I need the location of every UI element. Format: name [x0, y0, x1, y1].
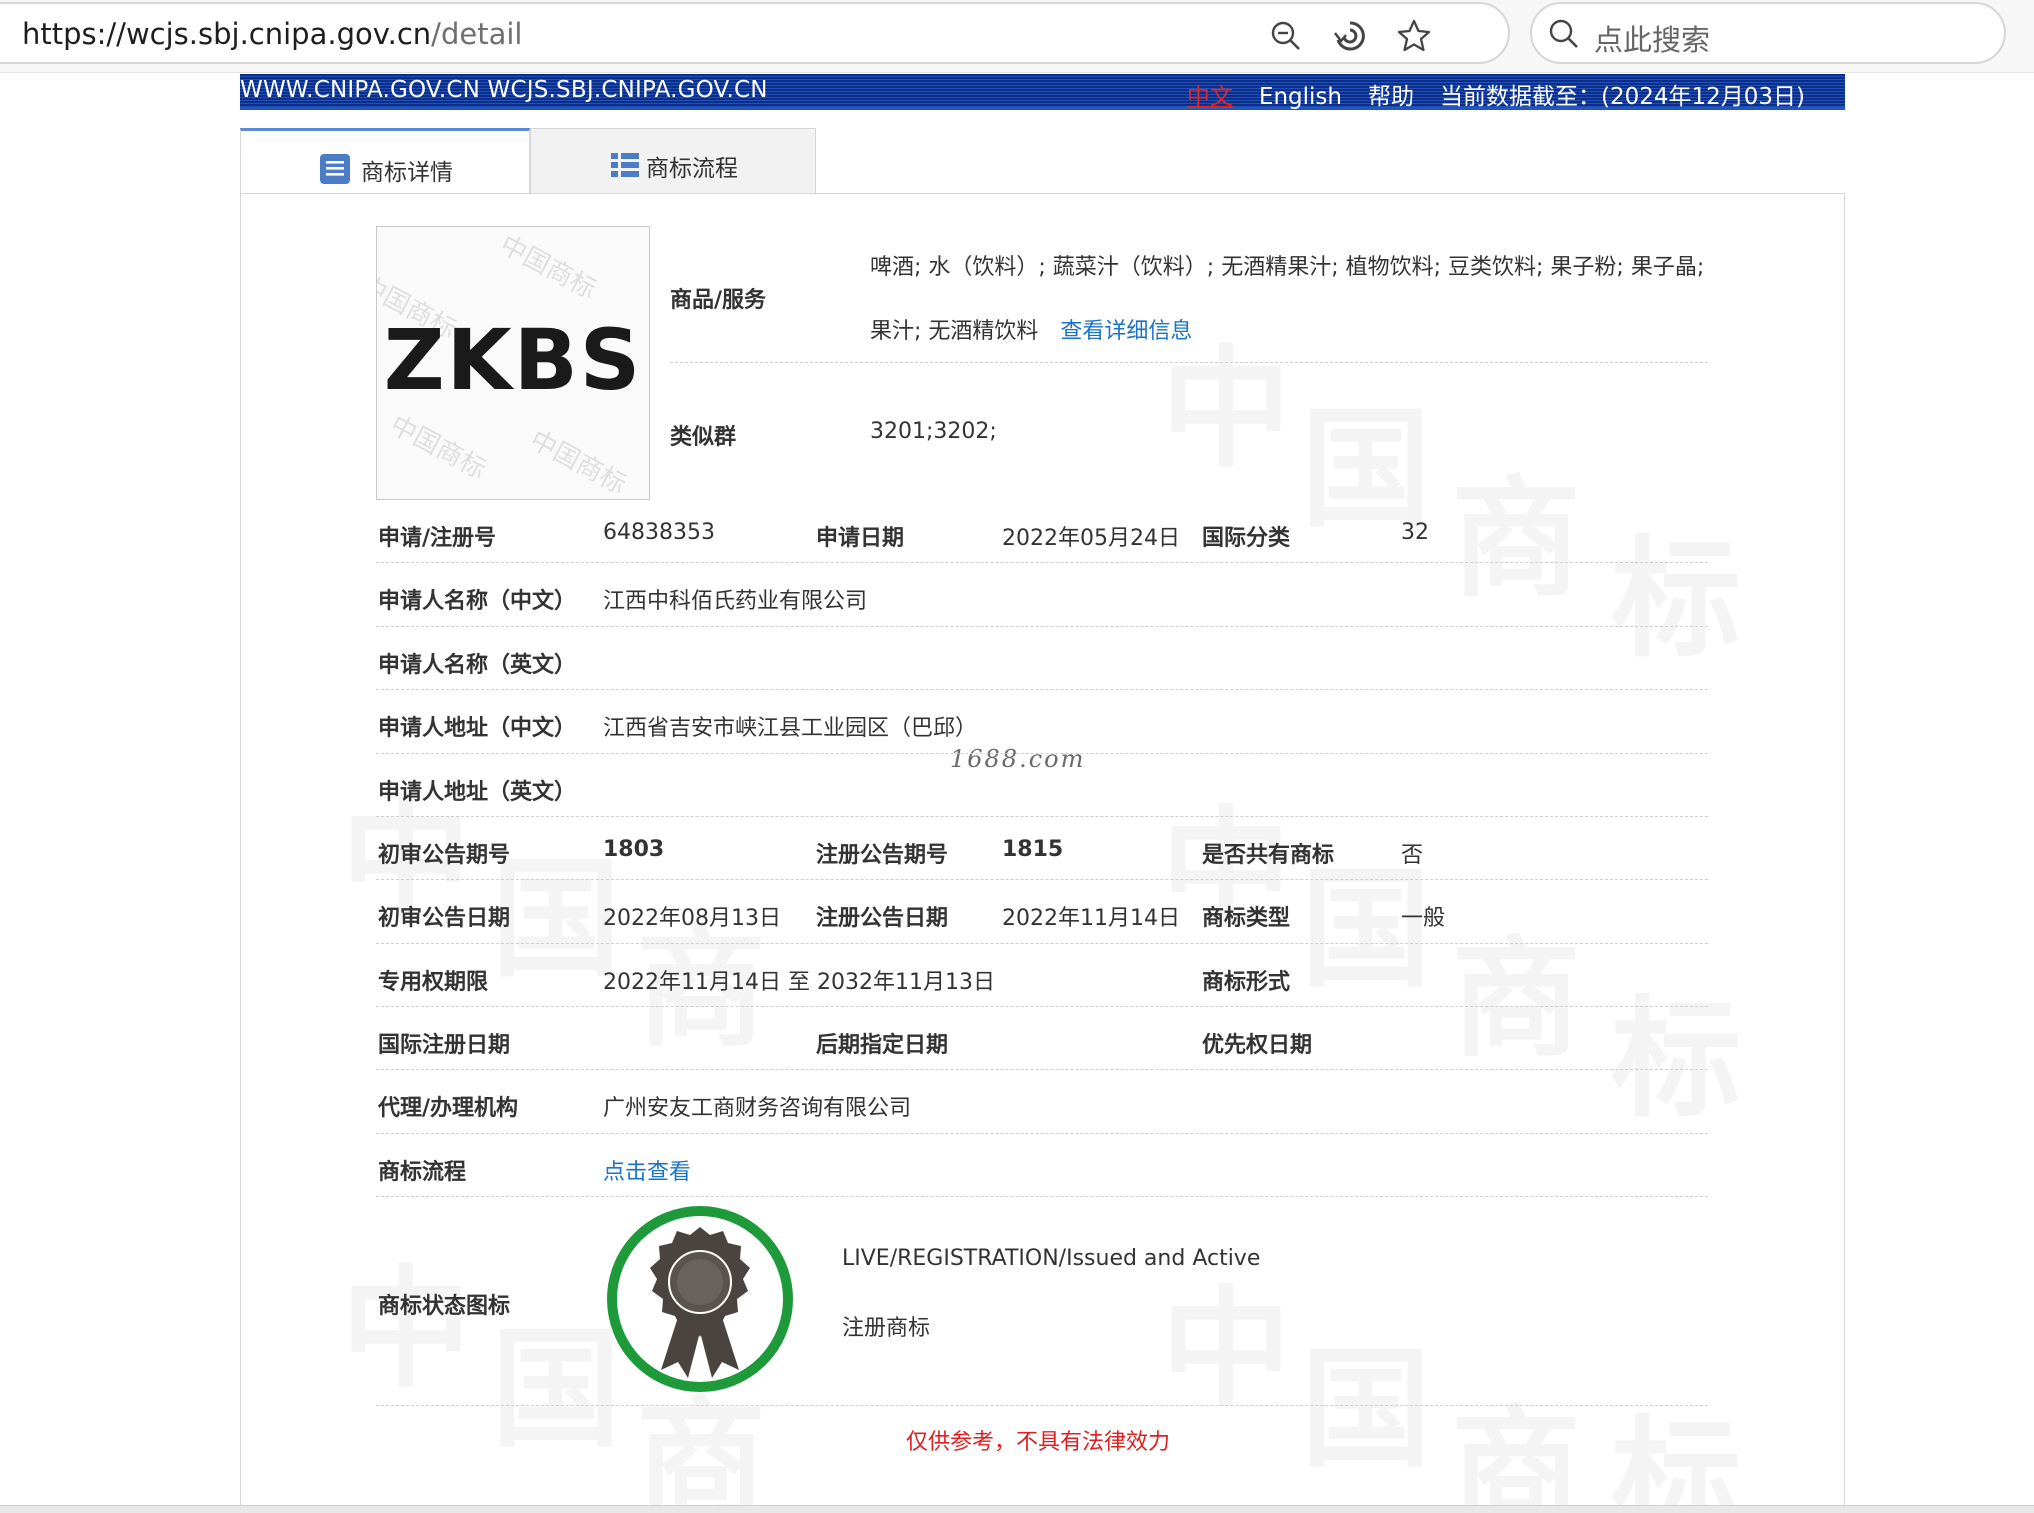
- tab-detail-label: 商标详情: [361, 160, 453, 186]
- intl-class-value: 32: [1401, 520, 1429, 545]
- exclusive-period-value: 2022年11月14日 至 2032年11月13日: [603, 970, 995, 995]
- address-en-label: 申请人地址（英文）: [378, 780, 577, 805]
- background-watermark: 商: [1451, 1364, 1581, 1513]
- reg-pub-date-label: 注册公告日期: [816, 906, 949, 931]
- divider: [376, 1196, 1708, 1197]
- divider: [376, 879, 1708, 880]
- legal-disclaimer: 仅供参考，不具有法律效力: [906, 1430, 1171, 1455]
- flow-list-icon: [611, 153, 639, 177]
- trademark-image[interactable]: 中国商标 中国商标 中国商标 中国商标 ZKBS: [376, 226, 650, 500]
- tm-type-label: 商标类型: [1202, 906, 1291, 931]
- registered-status-icon: [607, 1206, 793, 1392]
- tm-flow-label: 商标流程: [378, 1160, 467, 1185]
- background-watermark: 国: [491, 814, 621, 1002]
- reg-pub-no-value: 1815: [1002, 837, 1064, 862]
- tm-type-value: 一般: [1401, 906, 1446, 931]
- background-watermark: 标: [1611, 494, 1741, 682]
- shared-tm-value: 否: [1401, 843, 1424, 868]
- site-domains: WWW.CNIPA.GOV.CN WCJS.SBJ.CNIPA.GOV.CN: [240, 77, 768, 103]
- divider: [376, 1133, 1708, 1134]
- trademark-logo-text: ZKBS: [383, 311, 643, 409]
- help-link[interactable]: 帮助: [1368, 84, 1414, 110]
- priority-date-label: 优先权日期: [1202, 1033, 1313, 1058]
- intl-class-label: 国际分类: [1202, 526, 1291, 551]
- search-placeholder[interactable]: 点此搜索: [1594, 17, 1710, 59]
- prelim-date-value: 2022年08月13日: [603, 906, 781, 931]
- divider: [376, 1069, 1708, 1070]
- applicant-en-label: 申请人名称（英文）: [378, 653, 577, 678]
- divider: [376, 562, 1708, 563]
- goods-services-label: 商品/服务: [670, 288, 767, 313]
- reader-mode-icon[interactable]: [1332, 18, 1368, 54]
- intl-reg-date-label: 国际注册日期: [378, 1033, 511, 1058]
- prelim-no-label: 初审公告期号: [378, 843, 511, 868]
- reg-no-value: 64838353: [603, 520, 715, 545]
- browser-search-box[interactable]: 点此搜索: [1530, 2, 2006, 64]
- zoom-out-icon[interactable]: [1268, 18, 1304, 54]
- data-cutoff-date: 当前数据截至：(2024年12月03日): [1439, 84, 1805, 110]
- similar-group-value: 3201;3202;: [870, 419, 997, 444]
- agent-label: 代理/办理机构: [378, 1096, 519, 1121]
- similar-group-label: 类似群: [670, 425, 737, 450]
- address-bar[interactable]: https://wcjs.sbj.cnipa.gov.cn/detail: [0, 2, 1510, 64]
- divider: [376, 816, 1708, 817]
- status-cn-text: 注册商标: [842, 1316, 931, 1341]
- reg-no-label: 申请/注册号: [378, 526, 497, 551]
- lang-english-link[interactable]: English: [1259, 84, 1342, 110]
- divider: [376, 1405, 1708, 1406]
- divider: [670, 362, 1708, 363]
- divider: [376, 753, 1708, 754]
- background-watermark: 标: [1611, 954, 1741, 1142]
- divider: [376, 1006, 1708, 1007]
- background-watermark: 商: [1451, 894, 1581, 1082]
- tm-flow-link[interactable]: 点击查看: [603, 1154, 691, 1186]
- lang-chinese-link[interactable]: 中文: [1187, 84, 1233, 110]
- goods-services-line-2: 果汁; 无酒精饮料 查看详细信息: [870, 319, 1193, 344]
- status-icon-label: 商标状态图标: [378, 1294, 511, 1319]
- site-banner: WWW.CNIPA.GOV.CN WCJS.SBJ.CNIPA.GOV.CN 中…: [240, 74, 1845, 110]
- search-icon: [1549, 19, 1578, 48]
- later-designation-date-label: 后期指定日期: [816, 1033, 949, 1058]
- background-watermark: 标: [1611, 1374, 1741, 1513]
- agent-value: 广州安友工商财务咨询有限公司: [603, 1096, 912, 1121]
- status-en-text: LIVE/REGISTRATION/Issued and Active: [842, 1246, 1261, 1271]
- address-cn-label: 申请人地址（中文）: [378, 716, 577, 741]
- tab-trademark-detail[interactable]: 商标详情: [240, 128, 530, 194]
- exclusive-period-label: 专用权期限: [378, 970, 489, 995]
- goods-services-line-1: 啤酒; 水（饮料）; 蔬菜汁（饮料）; 无酒精果汁; 植物饮料; 豆类饮料; 果…: [870, 255, 1705, 280]
- banner-links: 中文 English 帮助 当前数据截至：(2024年12月03日): [1161, 77, 1805, 111]
- divider: [376, 943, 1708, 944]
- tab-flow-label: 商标流程: [646, 156, 738, 182]
- detail-list-icon: [320, 154, 350, 184]
- reg-pub-date-value: 2022年11月14日: [1002, 906, 1180, 931]
- view-details-link[interactable]: 查看详细信息: [1060, 319, 1192, 344]
- address-cn-value: 江西省吉安市峡江县工业园区（巴邱）: [603, 716, 978, 741]
- applicant-cn-label: 申请人名称（中文）: [378, 589, 577, 614]
- prelim-no-value: 1803: [603, 837, 665, 862]
- background-watermark: 中: [1161, 1244, 1291, 1432]
- tab-trademark-flow[interactable]: 商标流程: [530, 128, 816, 194]
- background-watermark: 国: [491, 1284, 621, 1472]
- shared-tm-label: 是否共有商标: [1202, 843, 1335, 868]
- address-url[interactable]: https://wcjs.sbj.cnipa.gov.cn/detail: [22, 17, 522, 51]
- browser-toolbar: https://wcjs.sbj.cnipa.gov.cn/detail 点此搜…: [0, 0, 2034, 73]
- site-watermark: 1688.com: [950, 745, 1086, 773]
- divider: [376, 626, 1708, 627]
- tm-form-label: 商标形式: [1202, 970, 1291, 995]
- prelim-date-label: 初审公告日期: [378, 906, 511, 931]
- background-watermark: 商: [1451, 434, 1581, 622]
- apply-date-label: 申请日期: [816, 526, 905, 551]
- reg-pub-no-label: 注册公告期号: [816, 843, 949, 868]
- apply-date-value: 2022年05月24日: [1002, 526, 1180, 551]
- background-watermark: 国: [1301, 1304, 1431, 1492]
- applicant-cn-value: 江西中科佰氏药业有限公司: [603, 589, 868, 614]
- divider: [376, 689, 1708, 690]
- window-bottom-edge: [0, 1505, 2034, 1513]
- favorite-star-icon[interactable]: [1396, 18, 1432, 54]
